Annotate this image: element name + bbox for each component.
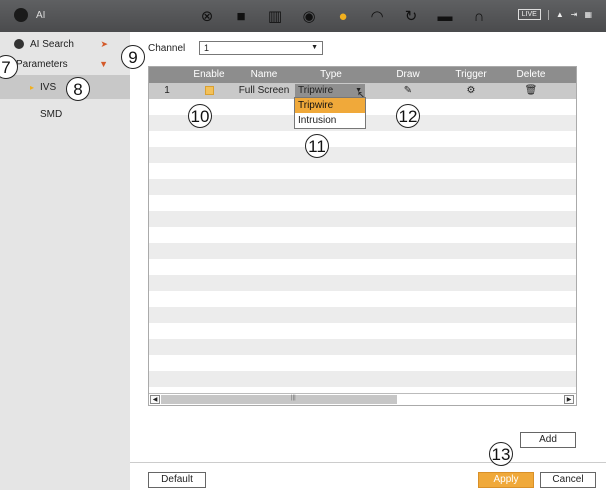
scroll-thumb[interactable]: ||| — [161, 395, 397, 404]
top-bar: AI ⊗ ■ ▥ ◉ ● ◠ ↻ ▬ ∩ LIVE ▲ ⇥ ▦ — [0, 0, 606, 32]
draw-pencil-icon[interactable]: ✎ — [373, 83, 443, 99]
table-row — [149, 211, 576, 227]
horizontal-scrollbar[interactable]: ◀ ||| ▶ — [149, 393, 576, 405]
channel-value: 1 — [204, 43, 210, 53]
footer-divider — [130, 462, 606, 463]
col-header-delete: Delete — [516, 69, 546, 80]
callout-9: 9 — [121, 45, 145, 69]
table-row — [149, 339, 576, 355]
default-button[interactable]: Default — [148, 472, 206, 488]
storage-icon[interactable]: ▥ — [258, 0, 292, 32]
logout-icon[interactable]: ⇥ — [571, 10, 578, 19]
sidebar: AI Search ➤ Parameters ▼ ▸ IVS SMD — [0, 32, 130, 490]
col-header-name: Name — [250, 69, 278, 80]
add-button[interactable]: Add — [520, 432, 576, 448]
delete-trash-icon[interactable]: 🗑 — [499, 83, 563, 99]
sidebar-item-label: IVS — [40, 81, 57, 93]
table-row — [149, 147, 576, 163]
callout-11: 11 — [305, 134, 329, 158]
cancel-button[interactable]: Cancel — [540, 472, 596, 488]
scroll-right-icon[interactable]: ▶ — [564, 395, 574, 404]
rule-name: Full Screen — [238, 85, 290, 96]
ai-icon[interactable]: ● — [326, 0, 360, 32]
main-menu-icons: ⊗ ■ ▥ ◉ ● ◠ ↻ ▬ ∩ — [190, 0, 496, 32]
trigger-gear-icon[interactable]: ⚙ — [443, 83, 499, 99]
chevron-down-icon: ▼ — [99, 59, 108, 69]
playback-icon[interactable]: ■ — [224, 0, 258, 32]
type-dropdown-list: Tripwire Intrusion — [294, 97, 366, 129]
search-person-icon — [14, 39, 24, 49]
sidebar-item-label: Parameters — [16, 58, 68, 70]
col-header-trigger: Trigger — [455, 69, 487, 80]
channel-label: Channel — [148, 43, 186, 54]
callout-13: 13 — [489, 442, 513, 466]
divider — [547, 9, 549, 20]
apply-button[interactable]: Apply — [478, 472, 534, 488]
callout-12: 12 — [396, 104, 420, 128]
enable-checkbox[interactable] — [204, 85, 214, 95]
col-header-draw: Draw — [396, 69, 420, 80]
live-button[interactable]: LIVE — [517, 9, 541, 20]
table-row — [149, 275, 576, 291]
type-select[interactable]: Tripwire ▼ — [295, 84, 365, 98]
performance-icon[interactable]: ◠ — [360, 0, 394, 32]
type-option-intrusion[interactable]: Intrusion — [295, 113, 365, 128]
enable-checkbox-cell — [185, 83, 233, 99]
channel-select[interactable]: 1 ▼ — [199, 41, 323, 55]
sidebar-item-parameters[interactable]: Parameters ▼ — [0, 52, 130, 76]
sidebar-item-label: AI Search — [30, 38, 74, 50]
sidebar-item-ivs[interactable]: ▸ IVS — [0, 75, 130, 99]
maintenance-icon[interactable]: ↻ — [394, 0, 428, 32]
row-index: 1 — [164, 85, 170, 96]
callout-10: 10 — [188, 104, 212, 128]
app-title: AI — [36, 9, 46, 21]
col-header-index — [149, 67, 185, 83]
type-value: Tripwire — [298, 85, 334, 96]
chevron-right-icon: ➤ — [100, 38, 108, 49]
network-icon[interactable]: ◉ — [292, 0, 326, 32]
table-row — [149, 371, 576, 387]
callout-8: 8 — [66, 77, 90, 101]
type-option-tripwire[interactable]: Tripwire — [295, 98, 365, 113]
chevron-down-icon: ▼ — [311, 44, 318, 51]
table-header: Enable Name Type Draw Trigger Delete — [149, 67, 576, 83]
table-row — [149, 243, 576, 259]
ai-head-icon — [14, 8, 28, 22]
display-icon[interactable]: ▬ — [428, 0, 462, 32]
sidebar-item-smd[interactable]: SMD — [0, 102, 130, 126]
grid-menu-icon[interactable]: ▦ — [584, 10, 592, 19]
sidebar-item-label: SMD — [40, 108, 63, 120]
title-area: AI — [14, 8, 45, 22]
audio-icon[interactable]: ∩ — [462, 0, 496, 32]
top-right-controls: LIVE ▲ ⇥ ▦ — [517, 9, 592, 20]
col-header-enable: Enable — [193, 69, 225, 80]
user-icon[interactable]: ▲ — [556, 10, 564, 19]
live-view-icon[interactable]: ⊗ — [190, 0, 224, 32]
table-row — [149, 179, 576, 195]
selected-marker-icon: ▸ — [30, 82, 35, 92]
col-header-type: Type — [320, 69, 342, 80]
scroll-left-icon[interactable]: ◀ — [150, 395, 160, 404]
grip-icon: ||| — [291, 395, 296, 401]
table-row — [149, 307, 576, 323]
